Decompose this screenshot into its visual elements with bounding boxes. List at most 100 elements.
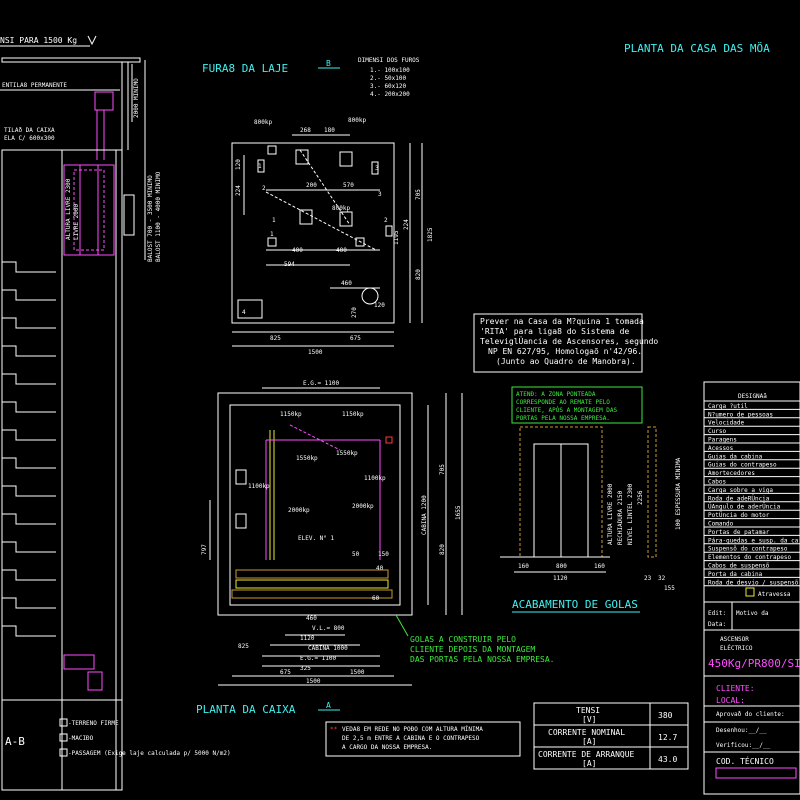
title-block-row: Roda de adeRÜncia	[708, 495, 770, 502]
golas-note-3: DAS PORTAS PELA NOSSA EMPRESA.	[410, 655, 555, 664]
elec-value-2: 12.7	[658, 733, 677, 742]
vent-box-1: TILAð DA CAIXA	[4, 127, 55, 134]
dim-1200-cabin: CABINA 1200	[421, 495, 428, 535]
title-block-row: Paragens	[708, 437, 737, 444]
dim-224: 224	[235, 185, 242, 196]
elec-label-1a: TENSI	[576, 706, 600, 715]
tb-drawn: Desenhou:__/__	[716, 727, 767, 734]
door-dim-thickness: 100 ESPESSURA MINIMA	[675, 457, 682, 530]
dim-460-shaft: V.L.= 800	[312, 625, 345, 632]
title-block-row: Elementos do contrapeso	[708, 554, 791, 561]
dim-1500: 1500	[308, 349, 323, 356]
door-dim-2256: 2256	[637, 490, 644, 505]
door-dim-23: 23	[644, 575, 652, 582]
cad-drawing: NSI PARA 1500 Kg ENTILA8 PERMANENTE TILA…	[0, 35, 800, 795]
dim-200: 200	[306, 182, 317, 189]
dim-150: 40	[376, 565, 384, 572]
title-block: DESIGNAã Carga ?utilN?umero de pessoas Ve…	[703, 381, 800, 795]
eg-top: E.G.= 1100	[303, 380, 340, 387]
tb-model: 450Kg/PR800/SIMPL	[708, 657, 800, 670]
elec-value-1: 380	[658, 711, 673, 720]
dim-570: 570	[343, 182, 354, 189]
dim-120-b: 120	[235, 159, 242, 170]
dim-1825: 1825	[427, 227, 434, 242]
electrical-table: TENSI [V] 380 CORRENTE NOMINAL [A] 12.7 …	[533, 702, 689, 770]
note-line-3: TeleviglÜancia de Ascensores, segundo	[480, 336, 658, 346]
elec-value-3: 43.0	[658, 755, 677, 764]
hole-tag-4: 4	[242, 309, 246, 316]
tb-checked: Verificou:__/__	[716, 742, 771, 749]
load-shaft-1: 1150kp	[280, 411, 302, 418]
title-block-row: Amortecedores	[708, 470, 755, 477]
dim-797: 797	[201, 544, 208, 555]
load-1: 800kp	[254, 119, 272, 126]
hole-1: 1.- 100x100	[370, 67, 410, 74]
door-finish-view: ATENÐ: A ZONA PONTEADA CORRESPONDE AO RE…	[500, 386, 682, 613]
title-block-row: ÜAngulo de aderÜncia	[708, 504, 781, 511]
title-block-row: Velocidade	[708, 420, 745, 427]
warning-line-1: VEDA8 EM REDE NO POÐO COM ALTURA MÍNIMA	[342, 725, 483, 733]
legend: -TERRENO FIRME -MACIÐO -PASSAGEM (Exige …	[59, 718, 231, 757]
dim-1120: CABINA 1000	[308, 645, 348, 652]
title-block-row: Cabos de suspensõ	[708, 563, 770, 570]
title-block-row: Suspensõ do contrapeso	[708, 546, 788, 553]
elec-label-3b: [A]	[582, 759, 596, 768]
golas-note-1: GOLAS A CONSTRUIR PELO	[410, 635, 516, 644]
hole-3: 3.- 60x120	[370, 83, 407, 90]
dim-825: 825	[270, 335, 281, 342]
door-dim-2300: NIVEL LINTEL 2300	[627, 483, 634, 545]
door-note-3: CLIENTE, APÓS A MONTAGEM DAS	[516, 407, 618, 414]
dim-400-b: 400	[336, 247, 347, 254]
note-line-5: (Junto ao Quadro de Manobra).	[496, 357, 636, 366]
door-dim-2150: RECHIADURA 2150	[617, 490, 624, 545]
door-finish-title: ACABAMENTO DE GOLAS	[512, 598, 638, 611]
hole-tag-2: 2	[262, 185, 266, 192]
dim-825-shaft: 675	[280, 669, 291, 676]
hole-tag-3: 3	[375, 165, 379, 172]
balost-1: BALOST 700 - 3500 MINIMO	[147, 175, 154, 262]
dim-60: 460	[306, 615, 317, 622]
slab-title: FURA8 DA LAJE	[202, 62, 288, 75]
holes-title: DIMENSI DOS FUROS	[358, 57, 420, 64]
tb-approved: Aprovað do cliente:	[716, 711, 785, 718]
legend-item-2: -MACIÐO	[68, 735, 94, 742]
shaft-plan-marker: A	[326, 701, 331, 710]
vent-box-2: ELA C/ 600x300	[4, 135, 55, 142]
title-block-row: Acessos	[708, 445, 734, 452]
door-dim-160-b: 160	[594, 563, 605, 570]
hole-tag-6: 1	[272, 217, 276, 224]
title-block-rows: Carga ?utilN?umero de pessoasVelocidadeC…	[704, 403, 800, 587]
dim-675: 675	[350, 335, 361, 342]
cabin-height-label: ALTURA LIVRE 2300	[65, 178, 72, 240]
shaft-plan-title: PLANTA DA CAIXA	[196, 703, 296, 716]
title-block-row: Cabos	[708, 479, 726, 486]
tb-motivo: Motivo da	[736, 610, 769, 617]
title-block-row: Pára-quedas e susp. da ca	[708, 537, 799, 544]
tb-product-1: ASCENSOR	[720, 636, 749, 643]
hole-4: 4.- 200x200	[370, 91, 410, 98]
tb-product-2: ELÉCTRICO	[720, 644, 753, 652]
golas-note-2: CLIENTE DEPOIS DA MONTAGEM	[410, 645, 535, 654]
hole-tag-7: 2	[384, 217, 388, 224]
dim-vl: 1120	[300, 635, 315, 642]
vent-note: ENTILA8 PERMANENTE	[2, 82, 67, 89]
dim-224-b: 224	[403, 219, 410, 230]
dim-460: 460	[341, 280, 352, 287]
dim-180: 180	[324, 127, 335, 134]
warning-line-2: DE 2,5 m ENTRE A CABINA E O CONTRAPESO	[342, 735, 480, 742]
load-shaft-8: 2000kp	[352, 503, 374, 510]
warning-line-3: A CARGO DA NOSSA EMPRESA.	[342, 744, 432, 751]
load-2: 800kp	[348, 117, 366, 124]
door-dim-32: 32	[658, 575, 666, 582]
door-dim-1120: 1120	[553, 575, 568, 582]
hole-tag-5: 3	[378, 191, 382, 198]
title-block-row: Curso	[708, 428, 726, 435]
warning-marker: **	[330, 726, 338, 733]
dim-820-shaft: 820	[439, 544, 446, 555]
slab-holes-view: FURA8 DA LAJE B DIMENSI DOS FUROS 1.- 10…	[202, 57, 434, 356]
elec-label-2a: CORRENTE NOMINAL	[548, 728, 625, 737]
machine-room-note: Prever na Casa da M?quina 1 tomada 'RITA…	[473, 313, 658, 373]
hole-tag-1: 1	[258, 163, 262, 170]
dim-eg-bottom: 325	[300, 665, 311, 672]
dim-40-b: 60	[372, 595, 380, 602]
